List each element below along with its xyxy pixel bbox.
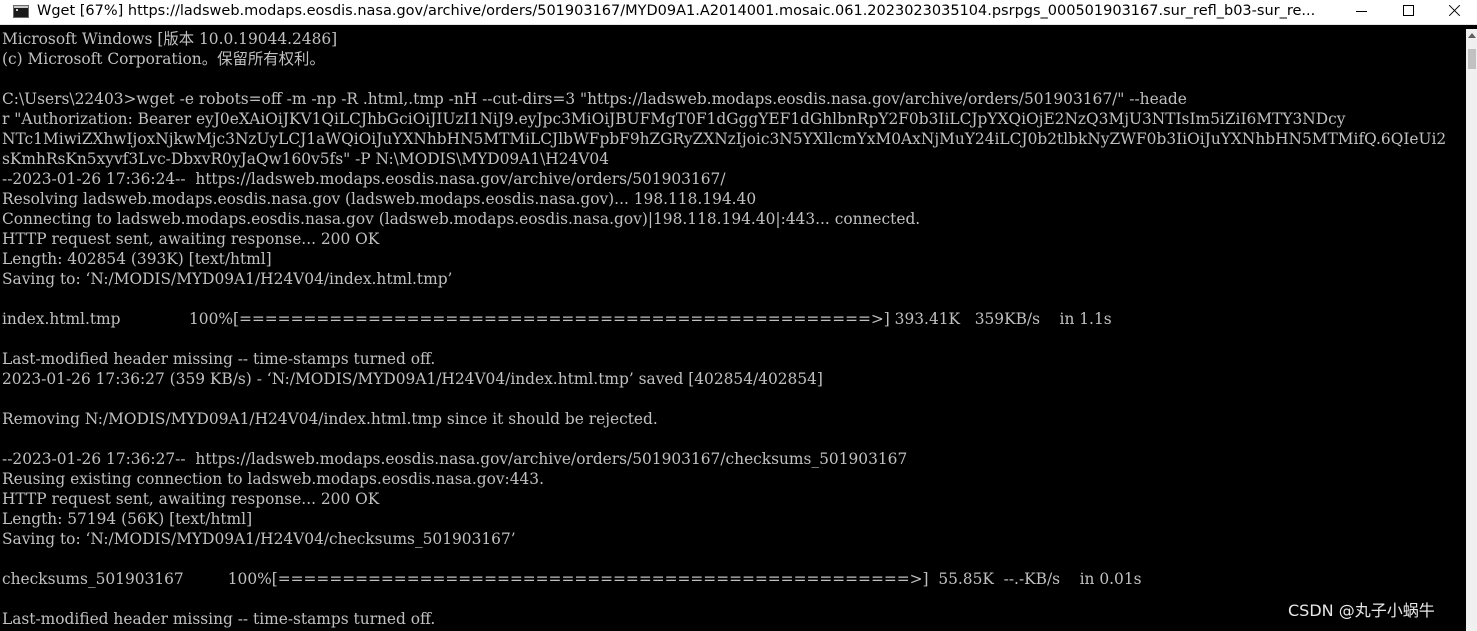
maximize-button[interactable] — [1385, 0, 1431, 24]
console-line: sKmhRsKn5xyvf3Lvc-DbxvR0yJaQw160v5fs" -P… — [2, 150, 609, 168]
console-output[interactable]: Microsoft Windows [版本 10.0.19044.2486] (… — [0, 29, 1464, 631]
console-line: HTTP request sent, awaiting response... … — [2, 490, 380, 508]
console-line: Resolving ladsweb.modaps.eosdis.nasa.gov… — [2, 190, 757, 208]
scrollbar-thumb[interactable] — [1468, 49, 1476, 69]
console-line: Length: 57194 (56K) [text/html] — [2, 510, 253, 528]
maximize-icon — [1403, 5, 1414, 16]
minimize-button[interactable] — [1339, 0, 1385, 24]
vertical-scrollbar[interactable] — [1466, 29, 1477, 631]
console-line: Saving to: ‘N:/MODIS/MYD09A1/H24V04/chec… — [2, 530, 516, 548]
console-line: NTc1MiwiZXhwIjoxNjkwMjc3NzUyLCJ1aWQiOiJu… — [2, 130, 1447, 148]
minimize-icon — [1356, 11, 1367, 12]
console-line: Last-modified header missing -- time-sta… — [2, 610, 436, 628]
console-icon[interactable] — [13, 5, 29, 18]
console-line: --2023-01-26 17:36:24-- https://ladsweb.… — [2, 170, 726, 188]
console-line: C:\Users\22403>wget -e robots=off -m -np… — [2, 90, 1187, 108]
console-line: checksums_501903167 100%[===============… — [2, 570, 1142, 588]
console-line: 2023-01-26 17:36:27 (359 KB/s) - ‘N:/MOD… — [2, 370, 823, 388]
console-line: Saving to: ‘N:/MODIS/MYD09A1/H24V04/inde… — [2, 270, 453, 288]
watermark: CSDN @丸子小蜗牛 — [1288, 601, 1435, 620]
console-line: r "Authorization: Bearer eyJ0eXAiOiJKV1Q… — [2, 110, 1346, 128]
console-line: Length: 402854 (393K) [text/html] — [2, 250, 272, 268]
title-bar[interactable]: Wget [67%] https://ladsweb.modaps.eosdis… — [0, 0, 1477, 25]
window-title: Wget [67%] https://ladsweb.modaps.eosdis… — [37, 3, 1316, 19]
scroll-up-arrow-icon[interactable] — [1468, 33, 1476, 38]
close-icon — [1448, 4, 1461, 17]
console-line: Reusing existing connection to ladsweb.m… — [2, 470, 544, 488]
console-line: --2023-01-26 17:36:27-- https://ladsweb.… — [2, 450, 908, 468]
console-line: Removing N:/MODIS/MYD09A1/H24V04/index.h… — [2, 410, 658, 428]
console-line: HTTP request sent, awaiting response... … — [2, 230, 380, 248]
console-line: Last-modified header missing -- time-sta… — [2, 350, 436, 368]
console-window: Wget [67%] https://ladsweb.modaps.eosdis… — [0, 0, 1477, 631]
console-line: (c) Microsoft Corporation。保留所有权利。 — [2, 50, 325, 68]
close-button[interactable] — [1431, 0, 1477, 24]
console-line: Connecting to ladsweb.modaps.eosdis.nasa… — [2, 210, 921, 228]
console-line: index.html.tmp 100%[====================… — [2, 310, 1112, 328]
console-line: Microsoft Windows [版本 10.0.19044.2486] — [2, 30, 338, 48]
